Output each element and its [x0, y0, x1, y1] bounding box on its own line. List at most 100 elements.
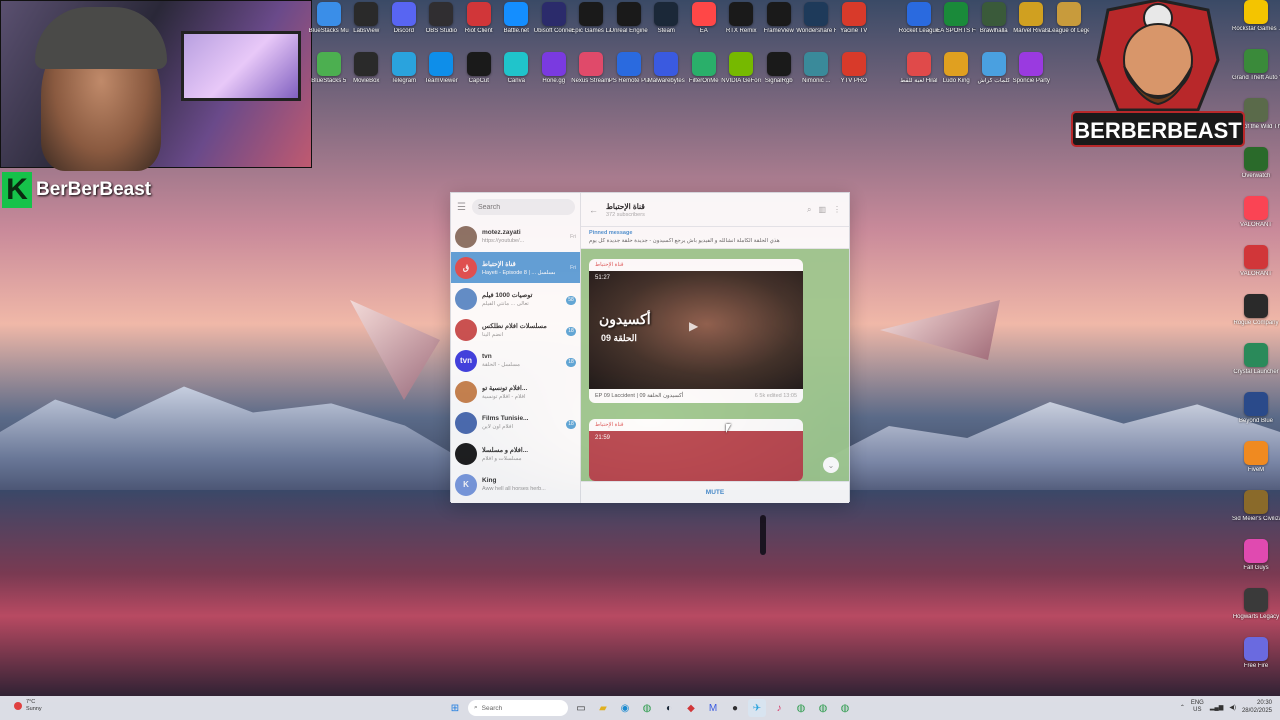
- beyond-blue-icon: [1244, 392, 1268, 416]
- desktop-shortcut[interactable]: SignalRgb: [760, 52, 798, 100]
- channel-title[interactable]: قناة الإحتباط: [606, 202, 645, 211]
- desktop-shortcut[interactable]: Unreal Engine: [610, 2, 648, 50]
- desktop-shortcut[interactable]: Brawlhalla: [975, 2, 1013, 50]
- telegram-window[interactable]: ☰ motez.zayati https://youtube/... Fri ق قنا…: [450, 192, 850, 503]
- chrome-icon[interactable]: ◍: [638, 699, 656, 717]
- desktop-shortcut[interactable]: Sid Meier's Civilization VI: [1232, 490, 1280, 539]
- desktop-shortcut[interactable]: FrameView: [760, 2, 798, 50]
- desktop-shortcut[interactable]: RTX Remix: [723, 2, 761, 50]
- more-options-icon[interactable]: ⋮: [833, 205, 841, 215]
- desktop-shortcut[interactable]: Yacine TV: [835, 2, 873, 50]
- obs-taskbar-icon[interactable]: ●: [726, 699, 744, 717]
- taskbar-center: ⊞ ⌕ Search ▭ ▰ ◉ ◍ ◐ ◆ M ● ✈ ♪ ◍ ◍ ◍: [446, 699, 854, 717]
- desktop-shortcut[interactable]: كلمات كراش: [975, 52, 1013, 100]
- desktop-shortcut-label: EA SPORTS FC 25: [936, 28, 976, 34]
- desktop-shortcut[interactable]: VALORANT: [1232, 245, 1280, 294]
- desktop-shortcut[interactable]: Riot Client: [460, 2, 498, 50]
- desktop-shortcut[interactable]: Battle.net: [498, 2, 536, 50]
- video-thumbnail[interactable]: 51:27 أكسيدون الحلقة 09 ▶: [589, 271, 803, 389]
- video-thumbnail[interactable]: 21:59: [589, 431, 803, 481]
- task-view-icon[interactable]: ▭: [572, 699, 590, 717]
- telegram-search-input[interactable]: [471, 199, 575, 215]
- desktop-shortcut[interactable]: Rocket League®: [899, 2, 939, 50]
- file-explorer-icon[interactable]: ▰: [594, 699, 612, 717]
- play-icon[interactable]: ▶: [689, 319, 698, 333]
- desktop-shortcut[interactable]: Canva: [498, 52, 536, 100]
- weather-widget[interactable]: 7°C Sunny: [14, 699, 42, 713]
- desktop-shortcut[interactable]: Hone.gg: [535, 52, 573, 100]
- desktop-shortcut-label: Telegram: [391, 78, 417, 84]
- chat-list-item[interactable]: افلام تونسية تو... أفلام - أفلام تونسية: [451, 376, 580, 407]
- desktop-shortcut[interactable]: Nexus Streamin...: [571, 52, 611, 100]
- chat-list-item[interactable]: افلام و مسلسلا... مسلسلات و أفلام: [451, 438, 580, 469]
- channel-post[interactable]: قناة الإحتباط 21:59: [589, 419, 803, 481]
- desktop-shortcut[interactable]: FilterOnMe: [685, 52, 723, 100]
- desktop-shortcut[interactable]: Crystal Launcher: [1232, 343, 1280, 392]
- chrome-taskbar-icon-3[interactable]: ◍: [814, 699, 832, 717]
- chrome-taskbar-icon-2[interactable]: ◍: [792, 699, 810, 717]
- chat-list-item[interactable]: motez.zayati https://youtube/... Fri: [451, 221, 580, 252]
- riot-taskbar-icon[interactable]: ◆: [682, 699, 700, 717]
- chat-list-item[interactable]: tvn tvn مسلسل - الحلقة 18: [451, 345, 580, 376]
- desktop-shortcut[interactable]: Rogue Company: [1232, 294, 1280, 343]
- taskbar-search[interactable]: ⌕ Search: [468, 700, 568, 716]
- chrome-taskbar-icon-4[interactable]: ◍: [836, 699, 854, 717]
- telegram-taskbar-icon[interactable]: ✈: [748, 699, 766, 717]
- malwarebytes-taskbar-icon[interactable]: M: [704, 699, 722, 717]
- desktop-shortcut[interactable]: Marvel Rivals: [1013, 2, 1051, 50]
- desktop-shortcut[interactable]: Wondershare Filmora 11: [796, 2, 836, 50]
- desktop-shortcut[interactable]: FiveM: [1232, 441, 1280, 490]
- desktop-shortcut[interactable]: Free Fire: [1232, 637, 1280, 686]
- desktop-shortcut[interactable]: MovieBox: [348, 52, 386, 100]
- sidebar-toggle-icon[interactable]: ▥: [818, 205, 826, 215]
- desktop-shortcut[interactable]: Fall Guys: [1232, 539, 1280, 588]
- taskbar-clock[interactable]: 20:30 28/02/2025: [1242, 699, 1272, 715]
- desktop-shortcut[interactable]: TeamViewer: [423, 52, 461, 100]
- network-icon[interactable]: ▂▄▆: [1210, 704, 1223, 711]
- desktop-shortcut[interactable]: Beyond Blue: [1232, 392, 1280, 441]
- desktop-shortcut[interactable]: لعبة للقط Hilal: [900, 52, 938, 100]
- language-indicator[interactable]: ENG: [1191, 700, 1204, 707]
- search-icon[interactable]: ⌕: [807, 205, 811, 215]
- desktop-shortcut[interactable]: Malwarebytes: [648, 52, 686, 100]
- tray-overflow-icon[interactable]: ⌃: [1180, 704, 1185, 711]
- desktop-shortcut[interactable]: Nimonic ...: [798, 52, 836, 100]
- desktop-shortcut[interactable]: EA: [685, 2, 723, 50]
- wallpaper-figure: [760, 515, 766, 555]
- start-button[interactable]: ⊞: [446, 699, 464, 717]
- chat-list-item[interactable]: توصيات 1000 فيلم تعالى ... مانتي الفيلم 58: [451, 283, 580, 314]
- video-overlay-title: أكسيدون: [599, 311, 651, 327]
- tiktok-taskbar-icon[interactable]: ♪: [770, 699, 788, 717]
- desktop-shortcut[interactable]: Telegram: [385, 52, 423, 100]
- desktop-shortcut[interactable]: EA SPORTS FC 25: [936, 2, 976, 50]
- desktop-shortcut[interactable]: OBS Studio: [423, 2, 461, 50]
- chat-list-item[interactable]: مسلسلات افلام نطلكس انضم الينا 18: [451, 314, 580, 345]
- pinned-message-bar[interactable]: Pinned message هذي الحلقة الكاملة انشالل…: [581, 227, 849, 249]
- mute-button[interactable]: MUTE: [706, 489, 724, 496]
- desktop-shortcut[interactable]: Discord: [385, 2, 423, 50]
- scroll-down-button[interactable]: ⌄: [823, 457, 839, 473]
- chat-list-item[interactable]: Films Tunisie... أفلام أون لاين 18: [451, 407, 580, 438]
- desktop-shortcut[interactable]: Epic Games Launcher: [571, 2, 611, 50]
- hamburger-menu-icon[interactable]: ☰: [457, 202, 466, 213]
- desktop-shortcut[interactable]: Ubisoft Connect: [534, 2, 574, 50]
- steam-taskbar-icon[interactable]: ◐: [660, 699, 678, 717]
- back-arrow-icon[interactable]: ←: [589, 205, 598, 215]
- desktop-shortcut[interactable]: PS Remote Play: [609, 52, 649, 100]
- edge-icon[interactable]: ◉: [616, 699, 634, 717]
- desktop-shortcut[interactable]: NVIDIA GeForce...: [721, 52, 761, 100]
- volume-icon[interactable]: ◀): [1229, 704, 1236, 711]
- channel-post[interactable]: قناة الإحتباط 51:27 أكسيدون الحلقة 09 ▶ …: [589, 259, 803, 403]
- desktop-shortcut[interactable]: Ludo King: [938, 52, 976, 100]
- desktop-shortcut[interactable]: LabsView: [348, 2, 386, 50]
- chat-list-item[interactable]: ق قناة الإحتباط Hayeti - Episode 8 | ... م…: [451, 252, 580, 283]
- desktop-shortcut[interactable]: BlueStacks 5: [310, 52, 348, 100]
- chat-list-item[interactable]: K King Aww hell all horses herb...: [451, 469, 580, 500]
- desktop-shortcut[interactable]: Hogwarts Legacy: [1232, 588, 1280, 637]
- desktop-shortcut[interactable]: YTV PRO: [835, 52, 873, 100]
- desktop-shortcut[interactable]: Sponcie Party: [1013, 52, 1051, 100]
- desktop-shortcut[interactable]: Steam: [648, 2, 686, 50]
- desktop-shortcut[interactable]: BlueStacks Multi-Insta...: [309, 2, 349, 50]
- desktop-shortcut[interactable]: VALORANT: [1232, 196, 1280, 245]
- desktop-shortcut[interactable]: CapCut: [460, 52, 498, 100]
